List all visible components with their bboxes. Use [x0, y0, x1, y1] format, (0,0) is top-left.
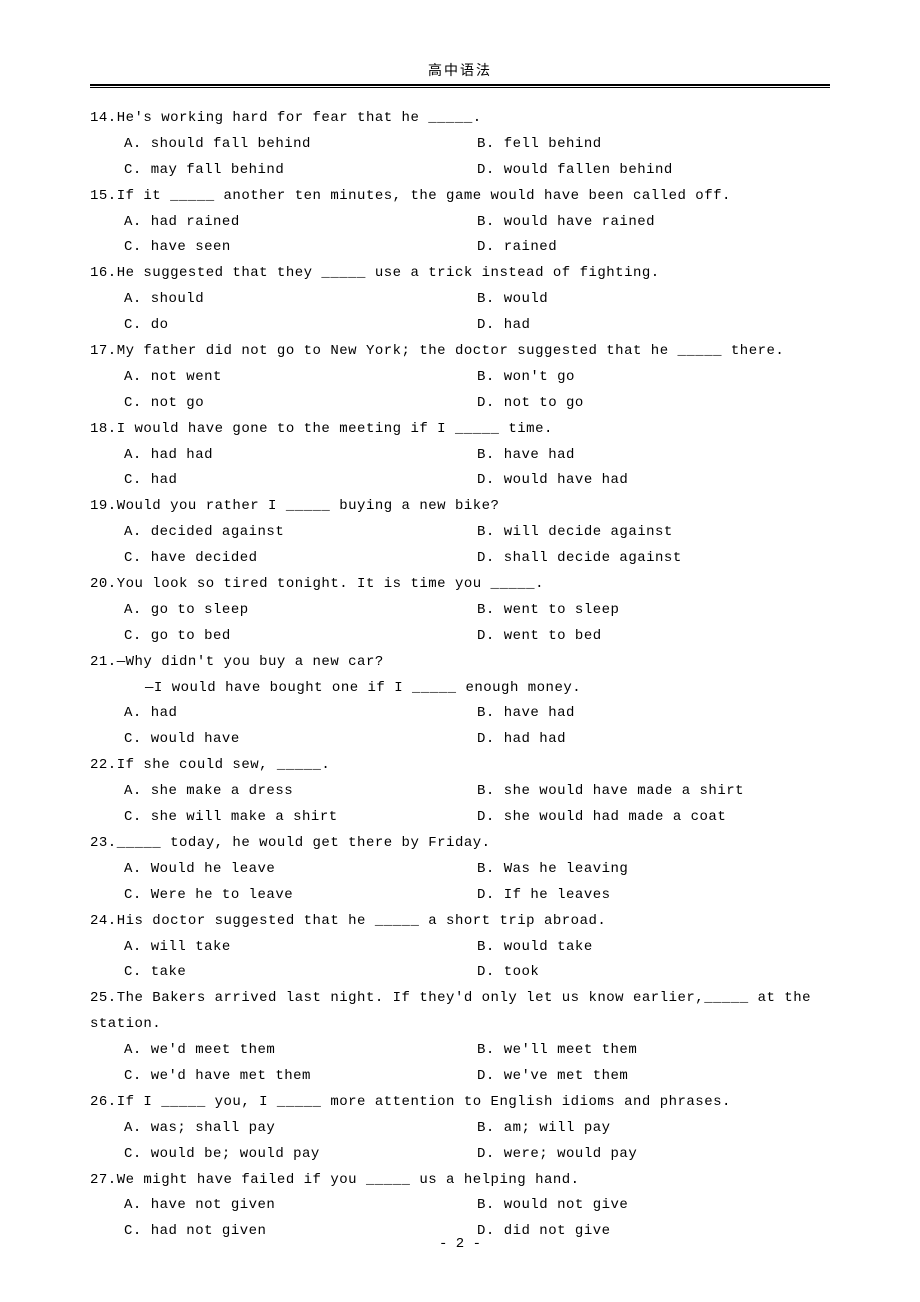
option: C. take	[124, 960, 477, 986]
option: A. should fall behind	[124, 132, 477, 158]
option: B. we'll meet them	[477, 1038, 830, 1064]
option: C. we'd have met them	[124, 1064, 477, 1090]
option: B. Was he leaving	[477, 857, 830, 883]
question-options: A. will takeB. would takeC. takeD. took	[124, 935, 830, 987]
page-footer: - 2 -	[0, 1236, 920, 1252]
option: B. am; will pay	[477, 1116, 830, 1142]
question-options: A. had rainedB. would have rainedC. have…	[124, 210, 830, 262]
option: D. had had	[477, 727, 830, 753]
option: D. we've met them	[477, 1064, 830, 1090]
option: D. shall decide against	[477, 546, 830, 572]
option: D. she would had made a coat	[477, 805, 830, 831]
option: B. have had	[477, 443, 830, 469]
option: B. she would have made a shirt	[477, 779, 830, 805]
option: D. would have had	[477, 468, 830, 494]
option: A. she make a dress	[124, 779, 477, 805]
option: C. have decided	[124, 546, 477, 572]
option: B. won't go	[477, 365, 830, 391]
option: D. had	[477, 313, 830, 339]
question-options: A. had hadB. have hadC. hadD. would have…	[124, 443, 830, 495]
option: D. not to go	[477, 391, 830, 417]
question-options: A. should fall behindB. fell behindC. ma…	[124, 132, 830, 184]
question-text: 16.He suggested that they _____ use a tr…	[90, 261, 830, 287]
option: A. was; shall pay	[124, 1116, 477, 1142]
option: A. had	[124, 701, 477, 727]
option: C. not go	[124, 391, 477, 417]
option: A. go to sleep	[124, 598, 477, 624]
option: C. may fall behind	[124, 158, 477, 184]
content-body: 14.He's working hard for fear that he __…	[90, 106, 830, 1245]
question-text: 27.We might have failed if you _____ us …	[90, 1168, 830, 1194]
option: B. would take	[477, 935, 830, 961]
question-options: A. go to sleepB. went to sleepC. go to b…	[124, 598, 830, 650]
page-header: 高中语法	[90, 60, 830, 82]
option: D. If he leaves	[477, 883, 830, 909]
header-rule-thin	[90, 87, 830, 88]
option: D. rained	[477, 235, 830, 261]
question-text: 23._____ today, he would get there by Fr…	[90, 831, 830, 857]
question-options: A. was; shall payB. am; will payC. would…	[124, 1116, 830, 1168]
question-options: A. not wentB. won't goC. not goD. not to…	[124, 365, 830, 417]
option: C. do	[124, 313, 477, 339]
option: A. had rained	[124, 210, 477, 236]
option: B. would not give	[477, 1193, 830, 1219]
question-text: 17.My father did not go to New York; the…	[90, 339, 830, 365]
option: C. go to bed	[124, 624, 477, 650]
question-extra: station.	[90, 1012, 830, 1038]
question-options: A. we'd meet themB. we'll meet themC. we…	[124, 1038, 830, 1090]
option: D. took	[477, 960, 830, 986]
question-text: 25.The Bakers arrived last night. If the…	[90, 986, 830, 1012]
option: C. would have	[124, 727, 477, 753]
question-options: A. hadB. have hadC. would haveD. had had	[124, 701, 830, 753]
option: A. Would he leave	[124, 857, 477, 883]
question-options: A. decided againstB. will decide against…	[124, 520, 830, 572]
option: B. fell behind	[477, 132, 830, 158]
option: C. have seen	[124, 235, 477, 261]
question-text: 19.Would you rather I _____ buying a new…	[90, 494, 830, 520]
option: B. have had	[477, 701, 830, 727]
option: B. went to sleep	[477, 598, 830, 624]
option: D. would fallen behind	[477, 158, 830, 184]
question-text: 26.If I _____ you, I _____ more attentio…	[90, 1090, 830, 1116]
option: B. will decide against	[477, 520, 830, 546]
option: C. would be; would pay	[124, 1142, 477, 1168]
option: D. were; would pay	[477, 1142, 830, 1168]
option: C. she will make a shirt	[124, 805, 477, 831]
option: D. went to bed	[477, 624, 830, 650]
option: A. had had	[124, 443, 477, 469]
question-options: A. she make a dressB. she would have mad…	[124, 779, 830, 831]
question-options: A. Would he leaveB. Was he leavingC. Wer…	[124, 857, 830, 909]
question-text: 20.You look so tired tonight. It is time…	[90, 572, 830, 598]
question-options: A. shouldB. wouldC. doD. had	[124, 287, 830, 339]
option: C. had	[124, 468, 477, 494]
option: A. will take	[124, 935, 477, 961]
option: A. have not given	[124, 1193, 477, 1219]
question-text: 21.—Why didn't you buy a new car?	[90, 650, 830, 676]
question-extra: —I would have bought one if I _____ enou…	[145, 676, 830, 702]
header-rule-thick	[90, 84, 830, 86]
option: A. decided against	[124, 520, 477, 546]
option: B. would have rained	[477, 210, 830, 236]
document-page: 高中语法 14.He's working hard for fear that …	[0, 0, 920, 1302]
question-text: 18.I would have gone to the meeting if I…	[90, 417, 830, 443]
option: A. we'd meet them	[124, 1038, 477, 1064]
question-text: 24.His doctor suggested that he _____ a …	[90, 909, 830, 935]
question-text: 14.He's working hard for fear that he __…	[90, 106, 830, 132]
option: C. Were he to leave	[124, 883, 477, 909]
option: A. not went	[124, 365, 477, 391]
question-text: 22.If she could sew, _____.	[90, 753, 830, 779]
option: B. would	[477, 287, 830, 313]
option: A. should	[124, 287, 477, 313]
question-text: 15.If it _____ another ten minutes, the …	[90, 184, 830, 210]
